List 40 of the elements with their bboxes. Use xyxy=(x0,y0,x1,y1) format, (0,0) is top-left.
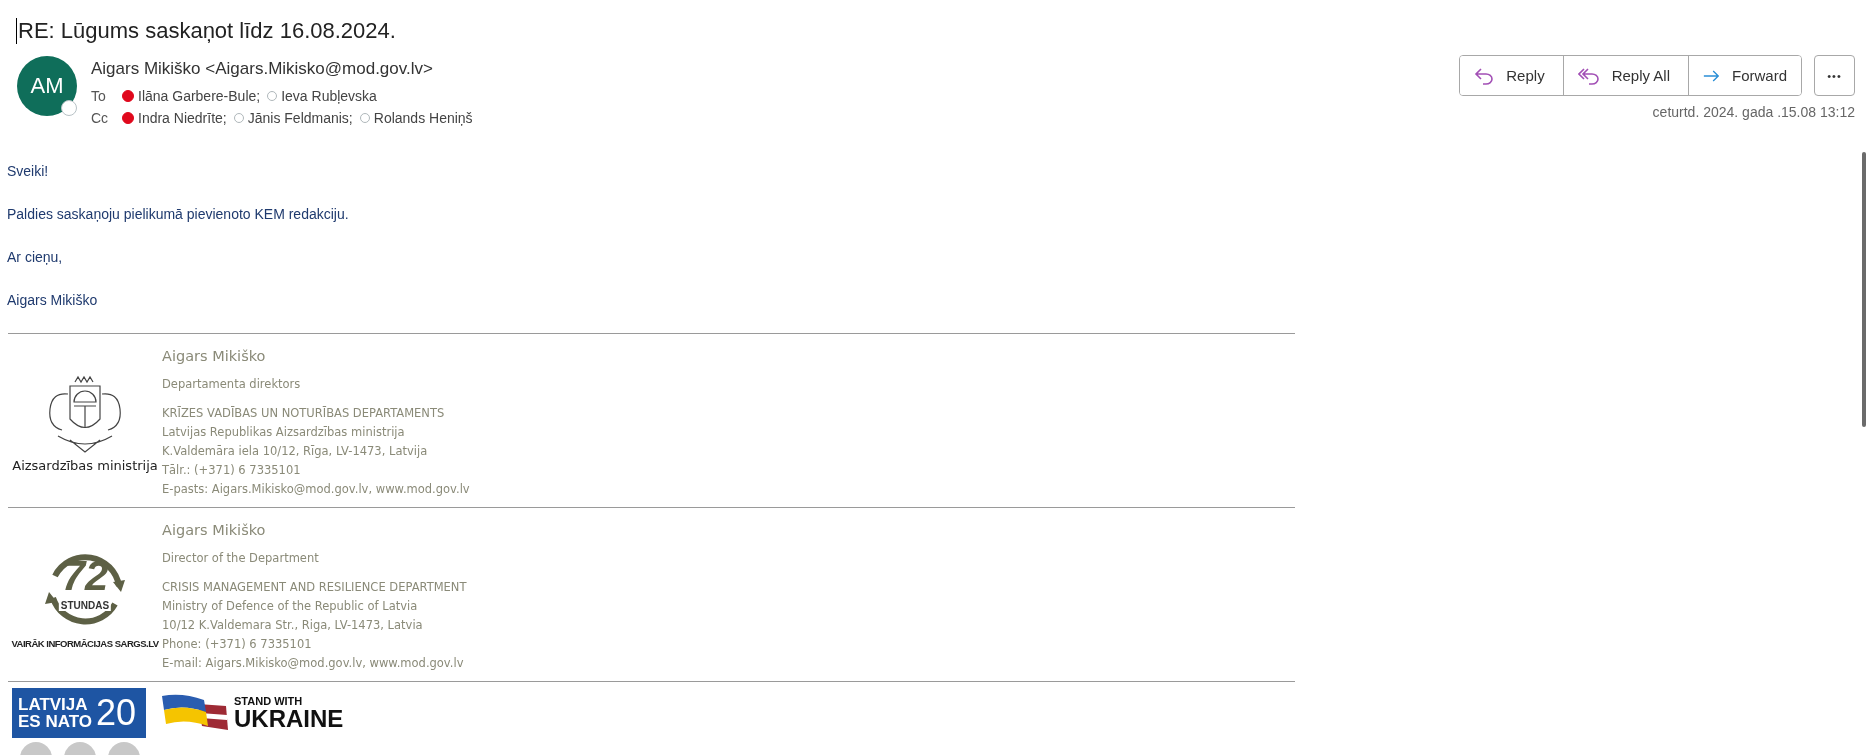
signature-title: Departamenta direktors xyxy=(162,377,302,391)
signature-name: Aigars Mikiško xyxy=(162,522,267,538)
email-subject: RE: Lūgums saskaņot līdz 16.08.2024. xyxy=(18,18,396,44)
signature-line: KRĪZES VADĪBAS UN NOTURĪBAS DEPARTAMENTS xyxy=(162,405,446,422)
signature-line: Ministry of Defence of the Republic of Latvia xyxy=(162,598,419,615)
signature-line: Phone: (+371) 6 7335101 xyxy=(162,636,313,653)
signature-title: Director of the Department xyxy=(162,551,320,565)
forward-arrow-icon xyxy=(1703,68,1720,83)
recipient-name[interactable]: Ilāna Garbere-Bule; xyxy=(138,88,261,104)
recipient-name[interactable]: Rolands Heniņš xyxy=(373,110,473,126)
reply-all-arrow-icon xyxy=(1577,66,1600,85)
sender-name: Aigars Mikiško <Aigars.Mikisko@mod.gov.lv> xyxy=(91,59,434,79)
body-text: Ar cieņu, xyxy=(7,248,64,267)
campaign-logo-text: VAIRĀK INFORMĀCIJAS SARGS.LV xyxy=(11,638,159,649)
recipient-name[interactable]: Ieva Rubļevska xyxy=(281,88,377,104)
recipient-name[interactable]: Indra Niedrīte; xyxy=(138,110,227,126)
scrollbar[interactable] xyxy=(1862,152,1866,427)
signature-line: E-pasts: Aigars.Mikisko@mod.gov.lv, www.mod.gov.lv xyxy=(162,481,470,498)
more-options-button[interactable]: ••• xyxy=(1814,55,1855,96)
signature-name: Aigars Mikiško xyxy=(162,348,267,364)
body-text: Aigars Mikiško xyxy=(7,291,99,310)
sender-avatar: AM xyxy=(17,56,77,116)
ukraine-banner: STAND WITH UKRAINE xyxy=(162,694,344,732)
signature-line: CRISIS MANAGEMENT AND RESILIENCE DEPARTMENT xyxy=(162,579,467,596)
recipient-name[interactable]: Jānis Feldmanis; xyxy=(247,110,353,126)
reply-arrow-icon xyxy=(1474,66,1495,85)
signature-line: Tālr.: (+371) 6 7335101 xyxy=(162,462,302,479)
text-cursor xyxy=(16,18,17,44)
presence-status-icon xyxy=(61,100,77,116)
ministry-logo-text: Aizsardzības ministrija xyxy=(12,458,158,473)
signature-line: Latvijas Republikas Aizsardzības ministrija xyxy=(162,424,406,441)
body-text: Paldies saskaņoju pielikumā pievienoto KEM redakciju. xyxy=(7,205,350,224)
signature-line: 10/12 K.Valdemara Str., Riga, LV-1473, Latvia xyxy=(162,617,424,634)
signature-line: K.Valdemāra iela 10/12, Rīga, LV-1473, Latvija xyxy=(162,443,429,460)
sent-date: ceturtd. 2024. gada .15.08 13:12 xyxy=(1652,104,1855,120)
recipient-label: To xyxy=(91,88,107,104)
signature-line: E-mail: Aigars.Mikisko@mod.gov.lv, www.mod.gov.lv xyxy=(162,655,465,672)
body-text: Sveiki! xyxy=(7,162,50,181)
recipient-label: Cc xyxy=(91,110,110,126)
reply-button[interactable]: Reply xyxy=(1460,56,1564,95)
